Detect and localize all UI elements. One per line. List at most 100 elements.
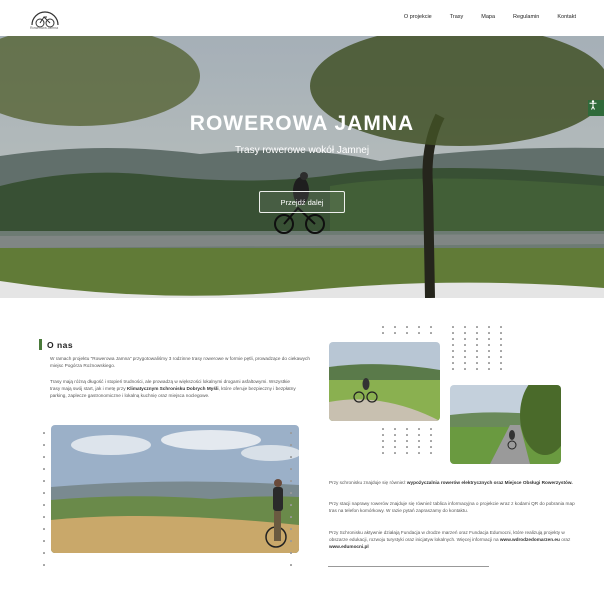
decor-dot [382, 446, 384, 448]
decor-dot [430, 332, 432, 334]
decor-dot [452, 356, 454, 358]
decor-dot [394, 440, 396, 442]
decor-dot [488, 362, 490, 364]
decor-dot [394, 452, 396, 454]
hero-cta-button[interactable]: Przejdź dalej [259, 191, 345, 213]
decor-dot [464, 344, 466, 346]
decor-dot [464, 362, 466, 364]
decor-dot [476, 338, 478, 340]
decor-dot [394, 434, 396, 436]
hero-banner: ROWEROWA JAMNA Trasy rowerowe wokół Jamn… [0, 36, 604, 298]
decor-dot [290, 516, 292, 518]
nav-item-o-projekcie[interactable]: O projekcie [404, 14, 432, 20]
nav-item-trasy[interactable]: Trasy [450, 14, 464, 20]
decor-dot [43, 516, 45, 518]
nav-item-regulamin[interactable]: Regulamin [513, 14, 539, 20]
decor-dot [43, 456, 45, 458]
decor-dot [464, 368, 466, 370]
decor-dot [464, 350, 466, 352]
decor-dot [43, 552, 45, 554]
decor-dot [406, 440, 408, 442]
decor-dot [452, 338, 454, 340]
decor-dot [452, 326, 454, 328]
decor-dot [464, 356, 466, 358]
decor-dot [406, 452, 408, 454]
hero-subtitle: Trasy rowerowe wokół Jamnej [234, 145, 370, 156]
decor-dot [394, 446, 396, 448]
section-accent-bar [39, 339, 42, 350]
decor-dot [500, 344, 502, 346]
decor-dot [476, 332, 478, 334]
decor-dot [406, 332, 408, 334]
decor-dot [290, 480, 292, 482]
decor-dot [43, 468, 45, 470]
decor-dot [418, 440, 420, 442]
decor-dot [488, 326, 490, 328]
decor-dot [488, 338, 490, 340]
decor-dot [406, 428, 408, 430]
decor-dot [488, 350, 490, 352]
decor-dot [43, 492, 45, 494]
right-paragraph-1-bold: wypożyczalnia rowerów elektrycznych oraz… [406, 480, 573, 485]
decor-dot [452, 332, 454, 334]
cyclist-photo-1 [329, 342, 440, 421]
accessibility-icon[interactable] [588, 100, 604, 116]
decor-dot [418, 332, 420, 334]
nav-item-mapa[interactable]: Mapa [481, 14, 495, 20]
cyclist-photo-2 [450, 385, 561, 464]
decor-dot [382, 434, 384, 436]
decor-dot [452, 362, 454, 364]
decor-dot [464, 326, 466, 328]
decor-dot [476, 362, 478, 364]
decor-dot [430, 428, 432, 430]
site-header: Rowerowa Jamna O projekcie Trasy Mapa Re… [0, 0, 604, 36]
right-paragraph-2: Przy stacji naprawy rowerów znajduje się… [329, 501, 575, 514]
decor-dot [406, 434, 408, 436]
decor-dot [290, 468, 292, 470]
decor-dot [394, 428, 396, 430]
decor-dot [476, 344, 478, 346]
nav-item-kontakt[interactable]: Kontakt [557, 14, 576, 20]
about-title: O nas [47, 339, 74, 350]
decor-dot [382, 440, 384, 442]
decor-dot [464, 338, 466, 340]
decor-dot [476, 368, 478, 370]
decor-dot [290, 540, 292, 542]
decor-dot [290, 444, 292, 446]
decor-dot [430, 434, 432, 436]
decor-dot [382, 332, 384, 334]
decor-dot [418, 326, 420, 328]
hero-landscape-image [0, 36, 604, 298]
decor-dot [500, 368, 502, 370]
decor-dot [290, 492, 292, 494]
logo-text: Rowerowa Jamna [30, 26, 59, 30]
about-paragraph-1: W ramach projektu "Rowerowa Jamna" przyg… [50, 356, 310, 369]
panorama-photo [51, 425, 299, 553]
decor-dot [430, 440, 432, 442]
decor-dot [476, 350, 478, 352]
decor-dot [500, 332, 502, 334]
right-paragraph-1: Przy schronisku znajduje się również wyp… [329, 479, 579, 486]
decor-dot [406, 446, 408, 448]
decor-dot [43, 540, 45, 542]
decor-dot [418, 446, 420, 448]
decor-dot [382, 428, 384, 430]
decor-dot [290, 456, 292, 458]
decor-dot [290, 432, 292, 434]
decor-dot [394, 326, 396, 328]
decor-dot [500, 326, 502, 328]
decor-dot [43, 480, 45, 482]
decor-dot [452, 350, 454, 352]
link-wdrodzedomarzen[interactable]: www.wdrodzedomarzen.eu [500, 537, 560, 542]
decor-dot [500, 338, 502, 340]
decor-dot [418, 428, 420, 430]
decor-dot [43, 564, 45, 566]
decor-dot [500, 356, 502, 358]
right-paragraph-1-text: Przy schronisku znajduje się również [329, 480, 407, 485]
decor-dot [476, 356, 478, 358]
link-edumocni[interactable]: www.edumocni.pl [329, 544, 369, 549]
decor-dot [488, 356, 490, 358]
hero-title: ROWEROWA JAMNA [189, 112, 415, 135]
decor-dot [43, 504, 45, 506]
divider [328, 566, 489, 567]
